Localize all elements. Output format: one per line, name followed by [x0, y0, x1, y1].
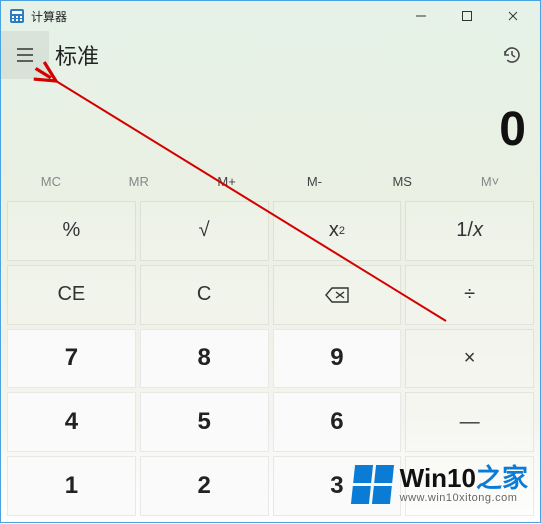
history-button[interactable]	[494, 37, 530, 73]
c-button[interactable]: C	[140, 265, 269, 325]
minus-button[interactable]: —	[405, 392, 534, 452]
reciprocal-button[interactable]: 1/x	[405, 201, 534, 261]
memory-row: MC MR M+ M- MS M˅	[1, 163, 540, 199]
app-icon	[9, 8, 25, 24]
digit-9[interactable]: 9	[273, 329, 402, 389]
digit-1[interactable]: 1	[7, 456, 136, 516]
window-controls	[398, 1, 536, 31]
digit-4[interactable]: 4	[7, 392, 136, 452]
titlebar: 计算器	[1, 1, 540, 31]
mr-button[interactable]: MR	[95, 163, 183, 199]
maximize-button[interactable]	[444, 1, 490, 31]
digit-8[interactable]: 8	[140, 329, 269, 389]
backspace-button[interactable]	[273, 265, 402, 325]
mlist-button[interactable]: M˅	[446, 163, 534, 199]
digit-6[interactable]: 6	[273, 392, 402, 452]
display-value: 0	[499, 102, 526, 157]
square-exp: 2	[339, 225, 345, 237]
digit-2[interactable]: 2	[140, 456, 269, 516]
mode-label: 标准	[55, 39, 494, 71]
multiply-button[interactable]: ×	[405, 329, 534, 389]
keypad: % √ x2 1/x CE C ÷ 7 8 9 × 4 5 6	[1, 199, 540, 522]
plus-button[interactable]	[405, 456, 534, 516]
digit-7[interactable]: 7	[7, 329, 136, 389]
ms-button[interactable]: MS	[358, 163, 446, 199]
sqrt-button[interactable]: √	[140, 201, 269, 261]
digit-3[interactable]: 3	[273, 456, 402, 516]
divide-button[interactable]: ÷	[405, 265, 534, 325]
backspace-icon	[324, 286, 350, 304]
calculator-window: 计算器 标准 0 MC MR M+ M- MS M˅ %	[0, 0, 541, 523]
header: 标准	[1, 31, 540, 79]
percent-button[interactable]: %	[7, 201, 136, 261]
mc-button[interactable]: MC	[7, 163, 95, 199]
minimize-button[interactable]	[398, 1, 444, 31]
menu-button[interactable]	[1, 31, 49, 79]
recip-top: 1	[456, 219, 467, 242]
square-button[interactable]: x2	[273, 201, 402, 261]
display: 0	[1, 79, 540, 163]
close-button[interactable]	[490, 1, 536, 31]
recip-bot: x	[473, 219, 483, 242]
ce-button[interactable]: CE	[7, 265, 136, 325]
mplus-button[interactable]: M+	[183, 163, 271, 199]
square-base: x	[329, 219, 339, 242]
digit-5[interactable]: 5	[140, 392, 269, 452]
mminus-button[interactable]: M-	[270, 163, 358, 199]
window-title: 计算器	[31, 8, 398, 25]
